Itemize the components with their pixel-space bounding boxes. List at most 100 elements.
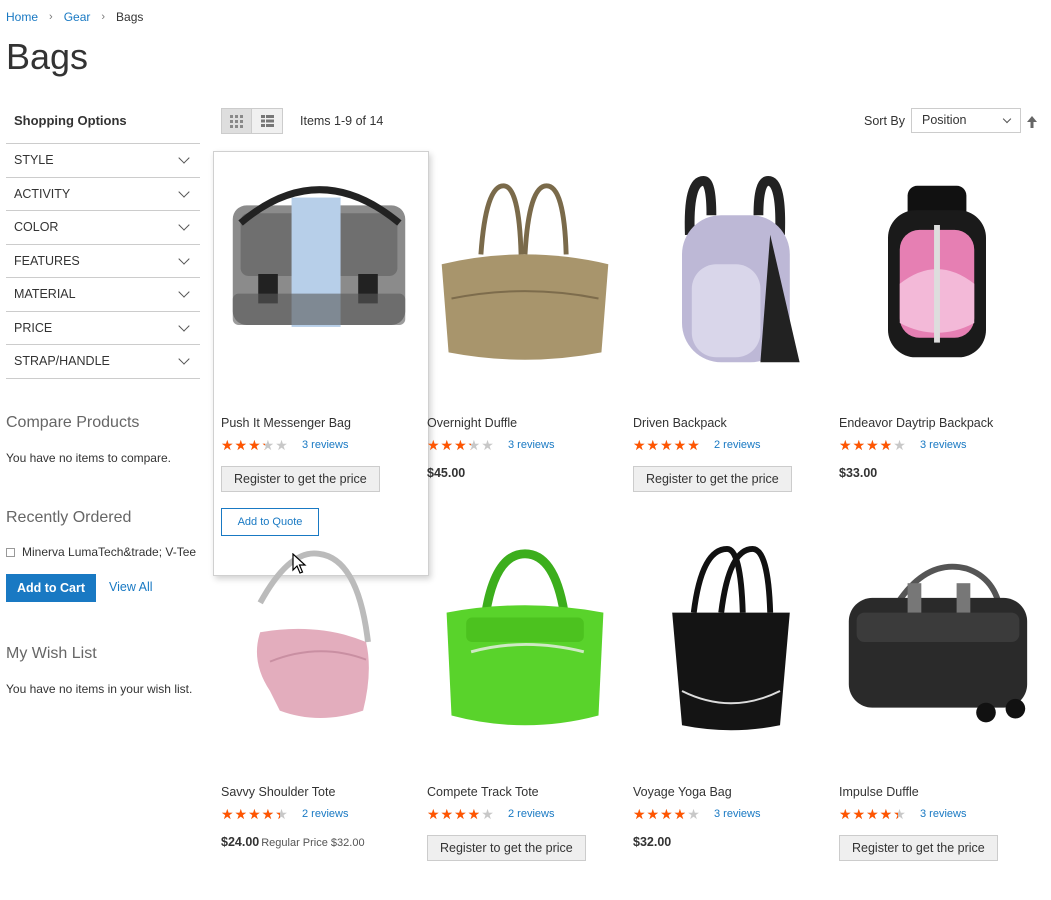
product-image[interactable] [221, 160, 417, 416]
list-icon [260, 115, 274, 127]
chevron-down-icon [178, 186, 190, 198]
chevron-down-icon [178, 219, 190, 231]
product-name-link[interactable]: Push It Messenger Bag [221, 416, 417, 430]
register-for-price-button[interactable]: Register to get the price [839, 835, 998, 861]
product-price: $33.00 [839, 466, 1035, 480]
rating-stars: ★★★★★★★★★★ [633, 437, 701, 453]
rating-stars: ★★★★★★★★★★ [221, 437, 289, 453]
view-mode-toggle [221, 108, 283, 134]
product-name-link[interactable]: Voyage Yoga Bag [633, 785, 829, 799]
rating-stars: ★★★★★★★★★★ [427, 437, 495, 453]
recent-item-checkbox[interactable] [6, 547, 15, 557]
recently-ordered-title: Recently Ordered [6, 509, 132, 526]
product-image[interactable] [633, 160, 829, 416]
chevron-down-icon [178, 353, 190, 365]
product-item: Push It Messenger Bag ★★★★★★★★★★ 3 reviews… [221, 160, 417, 536]
rating-stars: ★★★★★★★★★★ [427, 806, 495, 822]
sort-direction-arrow-icon[interactable] [1026, 115, 1038, 129]
register-for-price-button[interactable]: Register to get the price [427, 835, 586, 861]
chevron-right-icon: › [101, 11, 106, 23]
reviews-link[interactable]: 3 reviews [714, 808, 760, 820]
product-image[interactable] [221, 528, 417, 785]
filter-features[interactable]: FEATURES [6, 243, 200, 278]
final-price: $33.00 [839, 466, 878, 480]
filter-label: STRAP/HANDLE [14, 354, 110, 369]
product-name-link[interactable]: Savvy Shoulder Tote [221, 785, 417, 799]
recent-item-label: Minerva LumaTech&trade; V-Tee [22, 545, 197, 559]
list-view-button[interactable] [252, 108, 283, 134]
reviews-link[interactable]: 3 reviews [508, 439, 554, 451]
chevron-down-icon [1002, 114, 1012, 124]
filter-list: STYLE ACTIVITY COLOR FEATURES MATERIAL PRICE S… [6, 143, 200, 379]
sort-by-label: Sort By [864, 114, 905, 128]
sort-by-select[interactable]: Position [911, 108, 1021, 133]
chevron-down-icon [178, 320, 190, 332]
product-rating: ★★★★★★★★★★ 3 reviews [427, 438, 623, 452]
product-rating: ★★★★★★★★★★ 2 reviews [221, 807, 417, 821]
product-image[interactable] [633, 528, 829, 785]
wishlist-empty-text: You have no items in your wish list. [6, 682, 193, 696]
product-image[interactable] [427, 160, 623, 416]
rating-stars: ★★★★★★★★★★ [839, 437, 907, 453]
product-rating: ★★★★★★★★★★ 3 reviews [839, 807, 1035, 821]
shopping-options-sidebar: Shopping Options STYLE ACTIVITY COLOR FEATU… [6, 105, 200, 379]
grid-icon [230, 114, 243, 128]
filter-strap-handle[interactable]: STRAP/HANDLE [6, 344, 200, 378]
filter-price[interactable]: PRICE [6, 310, 200, 345]
view-all-link[interactable]: View All [109, 580, 153, 594]
filter-label: COLOR [14, 220, 59, 235]
reviews-link[interactable]: 3 reviews [920, 808, 966, 820]
product-name-link[interactable]: Impulse Duffle [839, 785, 1035, 799]
final-price: $24.00 [221, 835, 260, 849]
reviews-link[interactable]: 3 reviews [920, 439, 966, 451]
reviews-link[interactable]: 2 reviews [714, 439, 760, 451]
product-item: Impulse Duffle ★★★★★★★★★★ 3 reviews Registe… [839, 528, 1035, 861]
product-item: Endeavor Daytrip Backpack ★★★★★★★★★★ 3 rev… [839, 160, 1035, 480]
product-price: $45.00 [427, 466, 623, 480]
mouse-cursor-icon [292, 553, 307, 574]
rating-stars: ★★★★★★★★★★ [221, 806, 289, 822]
breadcrumb-gear[interactable]: Gear [64, 10, 91, 24]
reviews-link[interactable]: 3 reviews [302, 439, 348, 451]
rating-stars: ★★★★★★★★★★ [633, 806, 701, 822]
filter-material[interactable]: MATERIAL [6, 277, 200, 311]
sort-by-value: Position [922, 113, 967, 127]
breadcrumb-home[interactable]: Home [6, 10, 38, 24]
breadcrumb: Home › Gear › Bags [6, 10, 143, 24]
register-for-price-button[interactable]: Register to get the price [633, 466, 792, 492]
reviews-link[interactable]: 2 reviews [508, 808, 554, 820]
product-name-link[interactable]: Driven Backpack [633, 416, 829, 430]
product-rating: ★★★★★★★★★★ 3 reviews [839, 438, 1035, 452]
chevron-down-icon [178, 152, 190, 164]
product-item: Compete Track Tote ★★★★★★★★★★ 2 reviews Reg… [427, 528, 623, 861]
product-rating: ★★★★★★★★★★ 2 reviews [633, 438, 829, 452]
filter-label: MATERIAL [14, 287, 76, 302]
product-item: Driven Backpack ★★★★★ ★★★★★ 2 reviews Regist… [633, 160, 829, 492]
reviews-link[interactable]: 2 reviews [302, 808, 348, 820]
compare-empty-text: You have no items to compare. [6, 451, 171, 465]
product-image[interactable] [839, 528, 1035, 785]
product-rating: ★★★★★★★★★★ 3 reviews [221, 438, 417, 452]
chevron-down-icon [178, 286, 190, 298]
product-item: Overnight Duffle ★★★★★★★★★★ 3 reviews $45.0… [427, 160, 623, 480]
shopping-options-title: Shopping Options [14, 113, 127, 128]
add-to-cart-button[interactable]: Add to Cart [6, 574, 96, 602]
product-name-link[interactable]: Overnight Duffle [427, 416, 623, 430]
product-image[interactable] [427, 528, 623, 785]
product-name-link[interactable]: Compete Track Tote [427, 785, 623, 799]
filter-label: ACTIVITY [14, 186, 71, 201]
compare-products-title: Compare Products [6, 414, 140, 431]
chevron-down-icon [178, 253, 190, 265]
product-rating: ★★★★★★★★★★ 2 reviews [427, 807, 623, 821]
breadcrumb-current: Bags [116, 10, 144, 24]
grid-view-button[interactable] [221, 108, 252, 134]
register-for-price-button[interactable]: Register to get the price [221, 466, 380, 492]
product-price: $24.00 Regular Price $32.00 [221, 835, 417, 849]
product-price: $32.00 [633, 835, 829, 849]
product-name-link[interactable]: Endeavor Daytrip Backpack [839, 416, 1035, 430]
filter-color[interactable]: COLOR [6, 210, 200, 244]
product-image[interactable] [839, 160, 1035, 416]
filter-activity[interactable]: ACTIVITY [6, 176, 200, 211]
final-price: $45.00 [427, 466, 466, 480]
filter-style[interactable]: STYLE [6, 143, 200, 177]
